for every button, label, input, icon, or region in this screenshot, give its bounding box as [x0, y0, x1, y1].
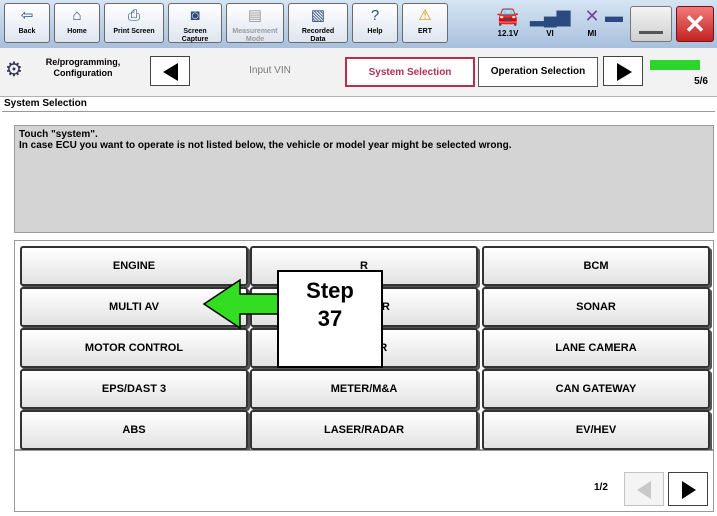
step-callout: Step 37 [277, 270, 383, 368]
vi-status: ▂▄▆ VI [530, 3, 570, 38]
help-button[interactable]: ? Help [352, 3, 398, 43]
instruction-message: Touch "system". In case ECU you want to … [14, 125, 714, 233]
screen-capture-button[interactable]: ◙ Screen Capture [168, 3, 222, 43]
reprogramming-configuration-button[interactable]: ⚙ Re/programming, Configuration [3, 53, 135, 87]
tab-operation-selection[interactable]: Operation Selection [478, 57, 598, 87]
previous-page-button[interactable] [624, 472, 664, 506]
ert-button[interactable]: ⚠ ERT [402, 3, 448, 43]
system-button-eps-dast-3[interactable]: EPS/DAST 3 [20, 369, 248, 409]
next-page-button[interactable] [668, 472, 708, 506]
callout-line-2: 37 [317, 306, 343, 331]
battery-status: 🚘 12.1V [488, 3, 528, 38]
print-screen-button[interactable]: ⎙ Print Screen [104, 3, 164, 43]
page-indicator: 1/2 [594, 482, 608, 493]
warning-icon: ⚠ [418, 7, 432, 24]
signal-icon: ▂▄▆ [530, 6, 571, 26]
pagination-area [14, 450, 714, 512]
system-button-meter-m-a[interactable]: METER/M&A [250, 369, 478, 409]
previous-step-button[interactable] [150, 56, 190, 86]
back-arrow-icon: ⇦ [20, 7, 34, 24]
minimize-button[interactable] [630, 6, 672, 42]
system-button-motor-control[interactable]: MOTOR CONTROL [20, 328, 248, 368]
next-step-button[interactable] [603, 56, 643, 86]
measurement-icon: ▤ [247, 7, 263, 24]
system-button-laser-radar[interactable]: LASER/RADAR [250, 410, 478, 450]
system-button-sonar[interactable]: SONAR [482, 287, 710, 327]
progress-indicator: 5/6 [650, 56, 712, 92]
tab-system-selection[interactable]: System Selection [345, 57, 475, 87]
help-icon: ? [370, 7, 380, 24]
recorded-data-icon: ▧ [310, 7, 326, 24]
device-indicator: ▬ [600, 3, 628, 29]
instruction-line-2: In case ECU you want to operate is not l… [19, 140, 512, 151]
system-button-lane-camera[interactable]: LANE CAMERA [482, 328, 710, 368]
system-button-ev-hev[interactable]: EV/HEV [482, 410, 710, 450]
tab-input-vin[interactable]: Input VIN [205, 57, 335, 87]
system-button-bcm[interactable]: BCM [482, 246, 710, 286]
car-icon: 🚘 [496, 6, 520, 26]
home-icon: ⌂ [72, 7, 82, 24]
wrench-icon: ⚙ [5, 59, 23, 81]
camera-icon: ◙ [190, 7, 200, 24]
close-button[interactable]: ✕ [676, 6, 714, 42]
close-icon: ✕ [684, 9, 706, 39]
callout-line-1: Step [306, 278, 354, 303]
toolbar: ⇦ Back ⌂ Home ⎙ Print Screen ◙ Screen Captur… [0, 0, 717, 49]
back-button[interactable]: ⇦ Back [4, 3, 50, 43]
recorded-data-button[interactable]: ▧ Recorded Data [288, 3, 348, 43]
system-button-can-gateway[interactable]: CAN GATEWAY [482, 369, 710, 409]
printer-icon: ⎙ [127, 7, 140, 24]
measurement-mode-button[interactable]: ▤ Measurement Mode [226, 3, 284, 43]
home-button[interactable]: ⌂ Home [54, 3, 100, 43]
device-icon: ▬ [605, 6, 623, 26]
system-button-abs[interactable]: ABS [20, 410, 248, 450]
progress-bar [650, 60, 700, 70]
instruction-line-1: Touch "system". [19, 129, 98, 140]
callout-arrow-icon [202, 278, 280, 330]
page-title: System Selection [2, 96, 715, 112]
